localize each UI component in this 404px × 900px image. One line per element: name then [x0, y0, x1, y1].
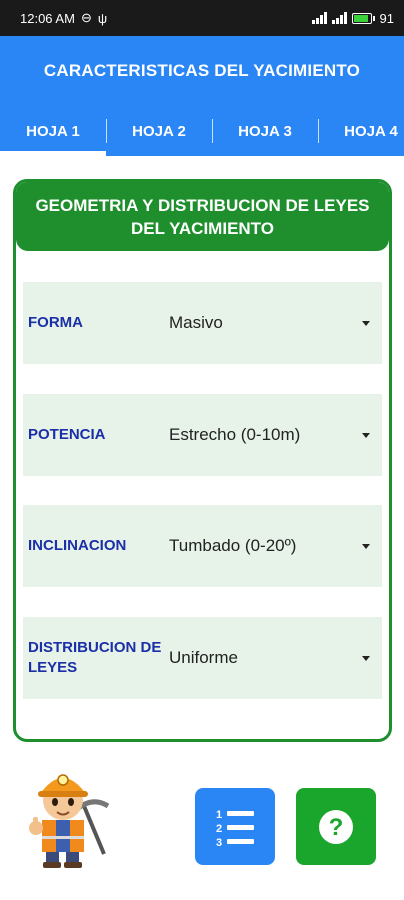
- tab-label: HOJA 4: [344, 122, 398, 140]
- field-label: FORMA: [28, 314, 83, 331]
- tab-hoja-3[interactable]: HOJA 3: [212, 106, 318, 156]
- dropdown-arrow-icon: [362, 655, 370, 661]
- index-list-button[interactable]: 1 2 3: [195, 788, 275, 865]
- tab-hoja-4[interactable]: HOJA 4: [318, 106, 404, 156]
- usb-icon: ψ: [97, 10, 108, 26]
- numbered-list-icon: 1 2 3: [216, 809, 254, 849]
- field-label: INCLINACION: [28, 537, 127, 554]
- dropdown-value: Masivo: [169, 313, 223, 332]
- svg-text:1: 1: [216, 809, 222, 821]
- field-row-forma: FORMA Masivo: [23, 282, 382, 364]
- field-row-distribucion: DISTRIBUCION DE LEYES Uniforme: [23, 617, 382, 699]
- tab-hoja-2[interactable]: HOJA 2: [106, 106, 212, 156]
- app-bar: CARACTERISTICAS DEL YACIMIENTO: [0, 36, 404, 106]
- help-button[interactable]: ?: [296, 788, 376, 865]
- tab-label: HOJA 2: [132, 122, 186, 140]
- svg-text:?: ?: [329, 814, 344, 841]
- signal-icon: [311, 12, 327, 24]
- svg-text:3: 3: [216, 837, 222, 849]
- dropdown-arrow-icon: [362, 320, 370, 326]
- sync-icon: ⊖: [80, 10, 92, 25]
- field-row-potencia: POTENCIA Estrecho (0-10m): [23, 394, 382, 476]
- tab-label: HOJA 3: [238, 122, 292, 140]
- characteristics-card: GEOMETRIA Y DISTRIBUCION DE LEYES DEL YA…: [13, 179, 392, 742]
- dropdown-value: Tumbado (0-20º): [169, 536, 297, 555]
- field-label: POTENCIA: [28, 426, 106, 443]
- svg-text:2: 2: [216, 823, 222, 835]
- field-label: DISTRIBUCION DE LEYES: [28, 639, 162, 676]
- dropdown-value: Estrecho (0-10m): [169, 425, 301, 444]
- card-title: GEOMETRIA Y DISTRIBUCION DE LEYES DEL YA…: [16, 182, 389, 251]
- tab-bar: HOJA 1 HOJA 2 HOJA 3 HOJA 4: [0, 106, 404, 156]
- status-time: 12:06 AM: [20, 10, 75, 26]
- miner-mascot-illustration: [29, 774, 110, 868]
- dropdown-value: Uniforme: [169, 648, 238, 667]
- battery-icon: [351, 12, 375, 24]
- tab-label: HOJA 1: [26, 122, 80, 140]
- dropdown-arrow-icon: [362, 432, 370, 438]
- status-bar: 12:06 AM ⊖ ψ 91: [0, 0, 404, 36]
- battery-percent: 91: [379, 10, 394, 26]
- question-mark-icon: ?: [319, 809, 353, 844]
- tab-hoja-1[interactable]: HOJA 1: [0, 106, 106, 156]
- potencia-dropdown[interactable]: Estrecho (0-10m): [169, 425, 382, 445]
- inclinacion-dropdown[interactable]: Tumbado (0-20º): [169, 536, 382, 556]
- dropdown-arrow-icon: [362, 543, 370, 549]
- app-title: CARACTERISTICAS DEL YACIMIENTO: [43, 61, 361, 80]
- distribucion-dropdown[interactable]: Uniforme: [169, 648, 382, 668]
- forma-dropdown[interactable]: Masivo: [169, 313, 382, 333]
- field-row-inclinacion: INCLINACION Tumbado (0-20º): [23, 505, 382, 587]
- signal-icon: [331, 12, 347, 24]
